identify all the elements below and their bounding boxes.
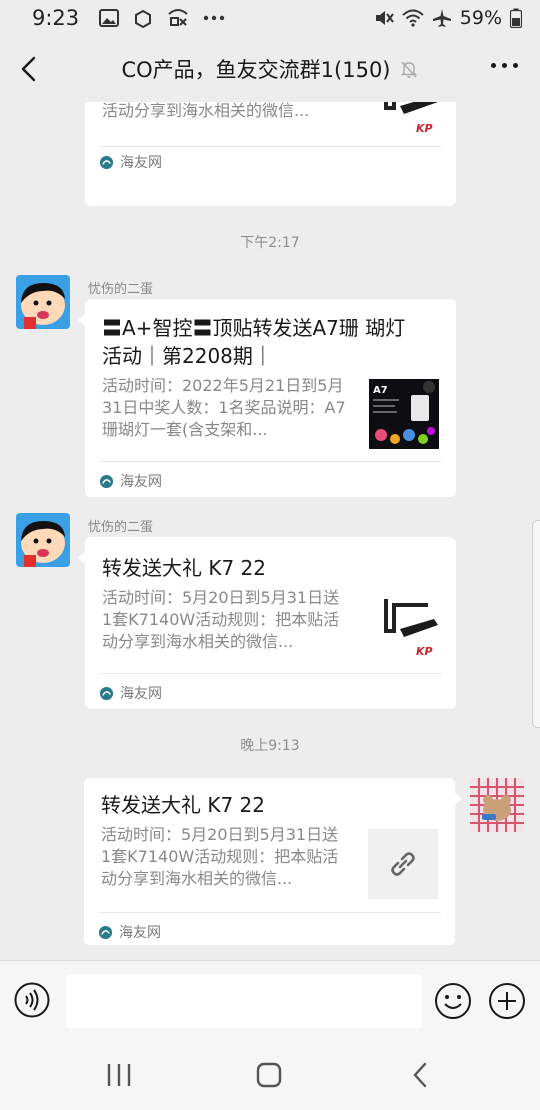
wifi-settings-icon [168, 9, 188, 26]
battery-icon [510, 8, 522, 28]
system-icons: 59% [374, 7, 522, 29]
sender-name: 忧伤的二蛋 [88, 520, 154, 535]
card-source: 海友网 [98, 922, 161, 942]
card-divider [99, 461, 442, 462]
more-notifications-icon [203, 15, 225, 21]
card-source-label: 海友网 [120, 155, 162, 171]
svg-text:A7: A7 [373, 385, 388, 396]
mute-icon [375, 11, 394, 25]
emoji-icon[interactable] [434, 982, 472, 1020]
haiyou-logo-icon [99, 686, 114, 700]
timestamp: 下午2:17 [240, 235, 300, 251]
card-source-label: 海友网 [120, 474, 162, 490]
card-title: 转发送大礼 K7 22 [102, 556, 267, 580]
avatar[interactable] [16, 513, 70, 567]
status-bar: 9:23 59% [0, 0, 540, 36]
card-title-line1: 〓A+智控〓顶贴转发送A7珊 瑚灯 [102, 316, 406, 340]
message-input[interactable] [66, 974, 422, 1028]
card-description: 活动时间：2022年5月21日到5月31日中奖人数：1名奖品说明：A7珊瑚灯一套… [102, 376, 346, 439]
my-avatar[interactable] [470, 778, 524, 832]
gallery-icon [99, 9, 120, 27]
battery-percent: 59% [459, 7, 502, 29]
notification-icons [99, 8, 225, 28]
chat-area[interactable]: 送1套K7140W活动规则：把本贴活动分享到海水相关的微信... KP 海友网 … [0, 102, 540, 960]
input-bar [0, 960, 540, 1038]
card-description: 送1套K7140W活动规则：把本贴活动分享到海水相关的微信... [102, 102, 310, 120]
more-icon[interactable] [491, 63, 518, 68]
link-icon [391, 852, 415, 876]
mute-bell-icon [400, 61, 417, 78]
link-placeholder-thumbnail [368, 829, 438, 899]
card-description: 活动时间：5月20日到5月31日送1套K7140W活动规则：把本贴活动分享到海水… [102, 588, 340, 651]
link-card-partial[interactable]: 送1套K7140W活动规则：把本贴活动分享到海水相关的微信... KP 海友网 [85, 102, 456, 206]
chat-header: CO产品，鱼友交流群1(150) [0, 36, 540, 102]
haiyou-logo-icon [99, 155, 114, 169]
card-title: 转发送大礼 K7 22 [101, 793, 266, 817]
card-description: 活动时间：5月20日到5月31日送1套K7140W活动规则：把本贴活动分享到海水… [101, 825, 339, 888]
status-time: 9:23 [32, 6, 80, 30]
nav-back-icon[interactable] [406, 1060, 436, 1090]
sender-name: 忧伤的二蛋 [88, 282, 154, 297]
plus-icon[interactable] [488, 982, 526, 1020]
card-source-label: 海友网 [119, 925, 161, 941]
timestamp: 晚上9:13 [240, 738, 300, 754]
link-card[interactable]: 〓A+智控〓顶贴转发送A7珊 瑚灯 活动｜第2208期｜ 活动时间：2022年5… [78, 299, 456, 497]
scrollbar-handle[interactable] [532, 520, 540, 728]
card-source: 海友网 [99, 471, 162, 491]
airplane-icon [432, 9, 451, 27]
box-icon [135, 9, 152, 28]
card-divider [99, 146, 442, 147]
svg-text:KP: KP [416, 122, 433, 135]
avatar[interactable] [16, 275, 70, 329]
link-card-sent[interactable]: 转发送大礼 K7 22 活动时间：5月20日到5月31日送1套K7140W活动规… [84, 778, 462, 945]
chat-title: CO产品，鱼友交流群1(150) [121, 58, 391, 82]
card-divider [99, 673, 442, 674]
product-thumbnail-light: KP [376, 102, 446, 142]
haiyou-logo-icon [98, 925, 113, 939]
voice-icon[interactable] [14, 982, 50, 1018]
card-divider [98, 912, 441, 913]
back-icon[interactable] [14, 53, 46, 85]
link-card[interactable]: 转发送大礼 K7 22 活动时间：5月20日到5月31日送1套K7140W活动规… [78, 537, 456, 709]
card-source: 海友网 [99, 152, 162, 172]
nav-recents-icon[interactable] [104, 1060, 134, 1090]
card-title-line2: 活动｜第2208期｜ [102, 344, 273, 368]
system-nav-bar [0, 1038, 540, 1110]
wifi-icon [402, 9, 424, 27]
card-source: 海友网 [99, 683, 162, 703]
haiyou-logo-icon [99, 474, 114, 488]
a7-coral-light-thumbnail: A7 [369, 379, 439, 449]
card-source-label: 海友网 [120, 686, 162, 702]
svg-text:KP: KP [416, 645, 433, 658]
product-thumbnail-light: KP [376, 595, 446, 665]
nav-home-icon[interactable] [254, 1060, 284, 1090]
